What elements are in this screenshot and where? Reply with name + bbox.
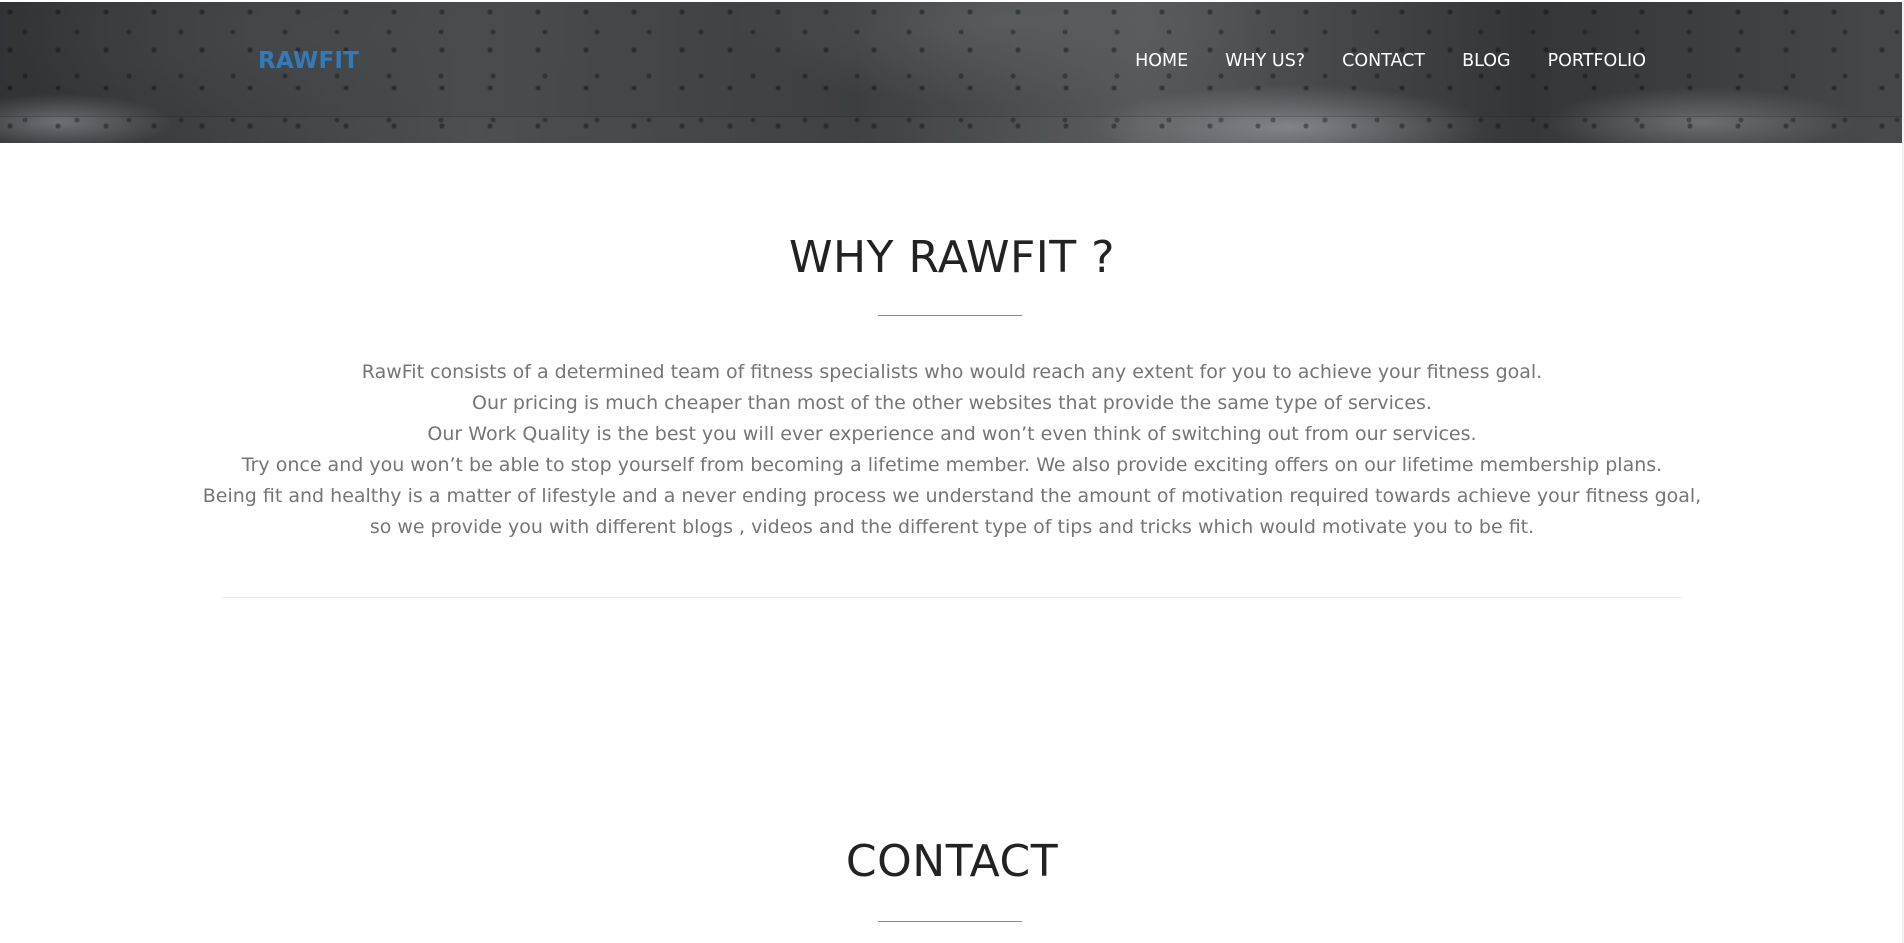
nav-item-portfolio[interactable]: PORTFOLIO	[1548, 51, 1646, 71]
why-text-line: Try once and you won’t be able to stop y…	[241, 454, 1663, 476]
why-text-line: RawFit consists of a determined team of …	[361, 361, 1543, 383]
why-text-line: Being fit and healthy is a matter of lif…	[202, 485, 1702, 507]
hero-header: RAWFIT HOME WHY US? CONTACT BLOG PORTFOL…	[0, 2, 1904, 143]
nav-item-why-us[interactable]: WHY US?	[1225, 51, 1305, 71]
nav-item-contact[interactable]: CONTACT	[1342, 51, 1425, 71]
main-nav: HOME WHY US? CONTACT BLOG PORTFOLIO	[1098, 51, 1646, 71]
contact-title-underline	[878, 921, 1022, 922]
contact-section-title: CONTACT	[845, 836, 1059, 887]
why-section-title: WHY RAWFIT ?	[789, 232, 1115, 283]
why-text-line: Our Work Quality is the best you will ev…	[427, 423, 1477, 445]
section-divider	[221, 597, 1683, 598]
nav-item-home[interactable]: HOME	[1135, 51, 1188, 71]
page: RAWFIT HOME WHY US? CONTACT BLOG PORTFOL…	[0, 0, 1904, 943]
why-section-text: RawFit consists of a determined team of …	[0, 357, 1904, 543]
why-text-line: so we provide you with different blogs ,…	[369, 516, 1535, 538]
why-title-underline	[878, 315, 1022, 316]
nav-item-blog[interactable]: BLOG	[1462, 51, 1510, 71]
why-text-line: Our pricing is much cheaper than most of…	[472, 392, 1432, 414]
brand-logo[interactable]: RAWFIT	[258, 48, 359, 74]
